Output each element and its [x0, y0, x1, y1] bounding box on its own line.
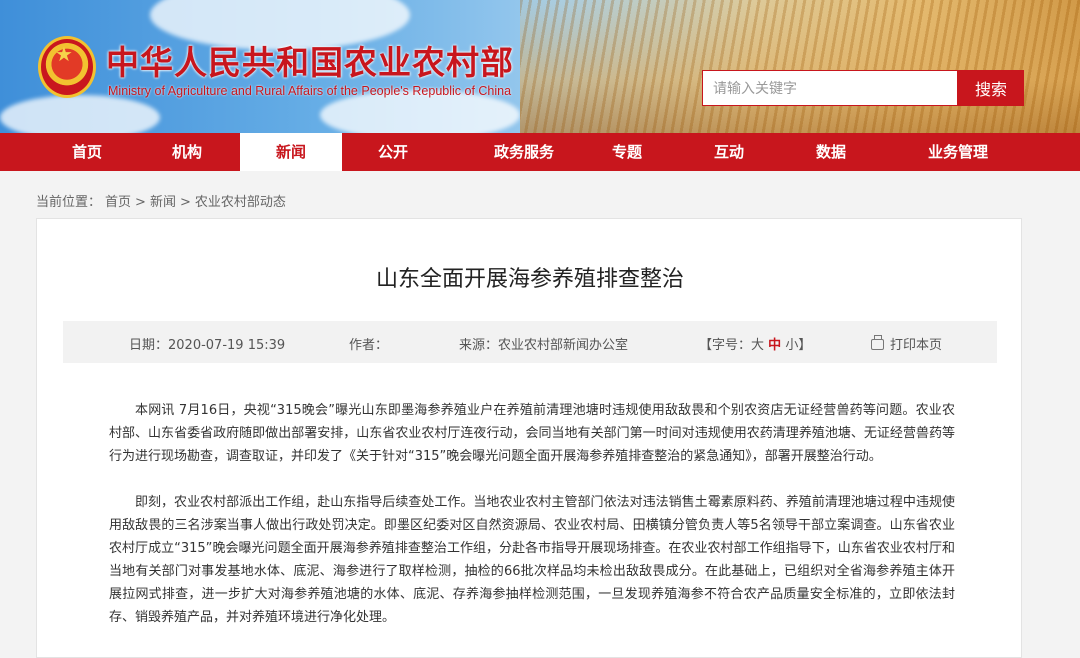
- nav-item-gov-services[interactable]: 政务服务: [466, 133, 582, 171]
- breadcrumb-separator: >: [179, 195, 191, 210]
- nav-item-business[interactable]: 业务管理: [900, 133, 1016, 171]
- breadcrumb-item-home[interactable]: 首页: [105, 195, 131, 210]
- nav-item-home[interactable]: 首页: [44, 133, 130, 171]
- font-size-medium[interactable]: 中: [768, 338, 781, 353]
- breadcrumb-item-news[interactable]: 新闻: [150, 195, 176, 210]
- font-size-prefix: 【字号：: [699, 338, 752, 353]
- main-nav: 首页 机构 新闻 公开 政务服务 专题 互动 数据 业务管理: [0, 133, 1080, 171]
- font-size-large[interactable]: 大: [751, 338, 764, 353]
- date-label: 日期：: [129, 338, 169, 353]
- wheat-field-image: [520, 0, 1080, 133]
- breadcrumb: 当前位置： 首页 > 新闻 > 农业农村部动态: [36, 191, 290, 210]
- article-paragraph: 本网讯 7月16日，央视“315晚会”曝光山东即墨海参养殖业户在养殖前清理池塘时…: [109, 403, 955, 464]
- emblem-star-icon: ★: [55, 42, 73, 66]
- article-date: 日期：2020-07-19 15:39: [129, 334, 285, 353]
- author-label: 作者：: [349, 338, 389, 353]
- search-input[interactable]: [702, 70, 958, 106]
- site-subtitle: Ministry of Agriculture and Rural Affair…: [108, 84, 512, 98]
- date-value: 2020-07-19 15:39: [168, 338, 286, 353]
- site-title[interactable]: 中华人民共和国农业农村部: [106, 36, 514, 84]
- nav-item-news[interactable]: 新闻: [240, 133, 342, 171]
- cloud-decoration: [0, 95, 160, 133]
- font-size-suffix: 】: [798, 338, 812, 353]
- header-banner: ★ 中华人民共和国农业农村部 Ministry of Agriculture a…: [0, 0, 1080, 133]
- nav-item-public[interactable]: 公开: [350, 133, 436, 171]
- breadcrumb-separator: >: [135, 195, 146, 210]
- source-label: 来源：: [459, 338, 499, 353]
- nav-item-interaction[interactable]: 互动: [686, 133, 772, 171]
- font-size-control: 【字号：大 中 小】: [699, 334, 811, 353]
- print-label: 打印本页: [890, 338, 943, 353]
- printer-icon: [871, 335, 884, 350]
- source-value: 农业农村部新闻办公室: [498, 338, 629, 353]
- article-author: 作者：: [349, 334, 388, 353]
- nav-item-organization[interactable]: 机构: [144, 133, 230, 171]
- breadcrumb-item-ministry-news[interactable]: 农业农村部动态: [195, 195, 286, 210]
- search-button[interactable]: 搜索: [958, 70, 1024, 106]
- breadcrumb-prefix: 当前位置：: [36, 195, 102, 210]
- article-title: 山东全面开展海参养殖排查整治: [375, 267, 684, 292]
- font-size-small[interactable]: 小: [785, 338, 798, 353]
- nav-item-data[interactable]: 数据: [788, 133, 874, 171]
- print-page-button[interactable]: 打印本页: [871, 334, 942, 353]
- article-container: 山东全面开展海参养殖排查整治 日期：2020-07-19 15:39 作者： 来…: [36, 218, 1022, 658]
- article-source: 来源：农业农村部新闻办公室: [459, 334, 628, 353]
- nav-item-topics[interactable]: 专题: [584, 133, 670, 171]
- article-meta-bar: 日期：2020-07-19 15:39 作者： 来源：农业农村部新闻办公室 【字…: [63, 321, 997, 363]
- article-paragraph: 即刻，农业农村部派出工作组，赴山东指导后续查处工作。当地农业农村主管部门依法对违…: [109, 495, 955, 625]
